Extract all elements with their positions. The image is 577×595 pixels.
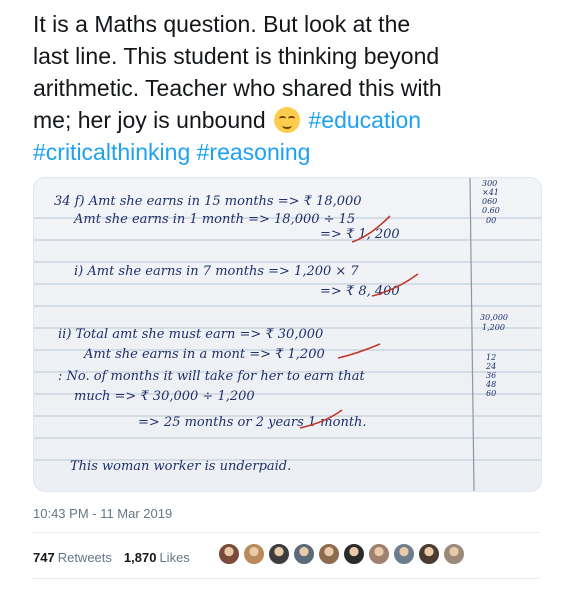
avatar[interactable]: [343, 543, 365, 565]
tweet-line: It is a Maths question. But look at the: [33, 11, 411, 37]
margin-working: 48: [485, 380, 496, 389]
margin-working: 12: [486, 353, 496, 362]
avatar[interactable]: [368, 543, 390, 565]
hashtag-reasoning[interactable]: #reasoning: [197, 139, 311, 165]
notebook-line: 34 f) Amt she earns in 15 months => ₹ 18…: [54, 194, 362, 209]
notebook-line: Amt she earns in 1 month => 18,000 ÷ 15: [73, 212, 355, 227]
margin-working: 00: [486, 216, 496, 225]
margin-working: 0.60: [482, 206, 500, 215]
margin-working: 060: [482, 197, 497, 206]
margin-working: 36: [486, 371, 496, 380]
red-tick-mark: [337, 343, 381, 359]
notebook-line: Amt she earns in a mont => ₹ 1,200: [83, 347, 325, 362]
divider: [33, 532, 540, 533]
retweets-count: 747: [33, 550, 55, 565]
avatar[interactable]: [243, 543, 265, 565]
margin-working: 24: [485, 362, 496, 371]
avatar[interactable]: [418, 543, 440, 565]
tweet-line: last line. This student is thinking beyo…: [33, 43, 440, 69]
likes-label: Likes: [159, 550, 190, 565]
margin-working: ×41: [482, 188, 499, 197]
divider: [33, 578, 540, 579]
notebook-line: much => ₹ 30,000 ÷ 1,200: [74, 389, 255, 404]
notebook-line: : No. of months it will take for her to …: [58, 369, 365, 384]
retweets-label: Retweets: [57, 550, 112, 565]
margin-working: 300: [482, 179, 497, 188]
avatar[interactable]: [293, 543, 315, 565]
hashtag-education[interactable]: #education: [308, 107, 421, 133]
notebook-line: => 25 months or 2 years 1 month.: [138, 415, 367, 430]
hashtag-criticalthinking[interactable]: #criticalthinking: [33, 139, 190, 165]
avatar[interactable]: [443, 543, 465, 565]
likes-count: 1,870: [123, 550, 157, 565]
notebook-line: => ₹ 1, 200: [320, 227, 400, 242]
avatar[interactable]: [318, 543, 340, 565]
avatar[interactable]: [393, 543, 415, 565]
margin-working: 1,200: [482, 323, 505, 332]
retweets-stat[interactable]: 747 Retweets: [33, 550, 112, 565]
notebook-line: i) Amt she earns in 7 months => 1,200 × …: [74, 264, 359, 279]
engagement-stats: 747 Retweets 1,870 Likes: [33, 550, 190, 565]
liker-avatars: [218, 543, 465, 565]
notebook-page: 34 f) Amt she earns in 15 months => ₹ 18…: [34, 178, 541, 491]
notebook-line: This woman worker is underpaid.: [70, 459, 291, 474]
tweet-line: #criticalthinking #reasoning: [33, 136, 553, 168]
margin-working: 60: [486, 389, 496, 398]
avatar[interactable]: [218, 543, 240, 565]
relieved-face-icon: [274, 107, 301, 133]
tweet-line-text: me; her joy is unbound: [33, 107, 266, 133]
avatar[interactable]: [268, 543, 290, 565]
tweet-timestamp[interactable]: 10:43 PM - 11 Mar 2019: [33, 506, 172, 521]
tweet-photo[interactable]: 34 f) Amt she earns in 15 months => ₹ 18…: [33, 177, 542, 492]
tweet-text: It is a Maths question. But look at the …: [33, 8, 553, 168]
likes-stat[interactable]: 1,870 Likes: [124, 550, 190, 565]
margin-working: 30,000: [480, 313, 508, 322]
tweet-line: me; her joy is unbound #education: [33, 104, 553, 136]
notebook-line: ii) Total amt she must earn => ₹ 30,000: [58, 327, 323, 342]
tweet-line: arithmetic. Teacher who shared this with: [33, 75, 442, 101]
